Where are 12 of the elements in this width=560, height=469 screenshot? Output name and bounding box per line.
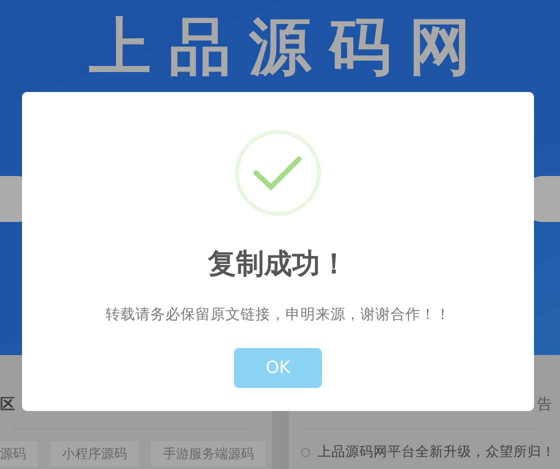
category-tag[interactable]: 源码 xyxy=(0,441,38,467)
site-title: 上品源码网 xyxy=(88,14,489,80)
panel-heading: 区 xyxy=(0,395,15,414)
dialog-message: 转载请务必保留原文链接，申明来源，谢谢合作！！ xyxy=(106,306,450,324)
notice-link[interactable]: 上品源码网平台全新升级，众望所归！ xyxy=(318,443,556,461)
category-tag[interactable]: 小程序源码 xyxy=(50,441,139,467)
bullet-icon xyxy=(300,448,310,456)
category-tag[interactable]: 手游服务端源码 xyxy=(151,441,266,467)
dialog-title: 复制成功！ xyxy=(208,246,348,282)
panel-heading: 告 xyxy=(536,395,553,414)
success-check-icon xyxy=(234,129,322,217)
ok-button[interactable]: OK xyxy=(234,348,322,388)
